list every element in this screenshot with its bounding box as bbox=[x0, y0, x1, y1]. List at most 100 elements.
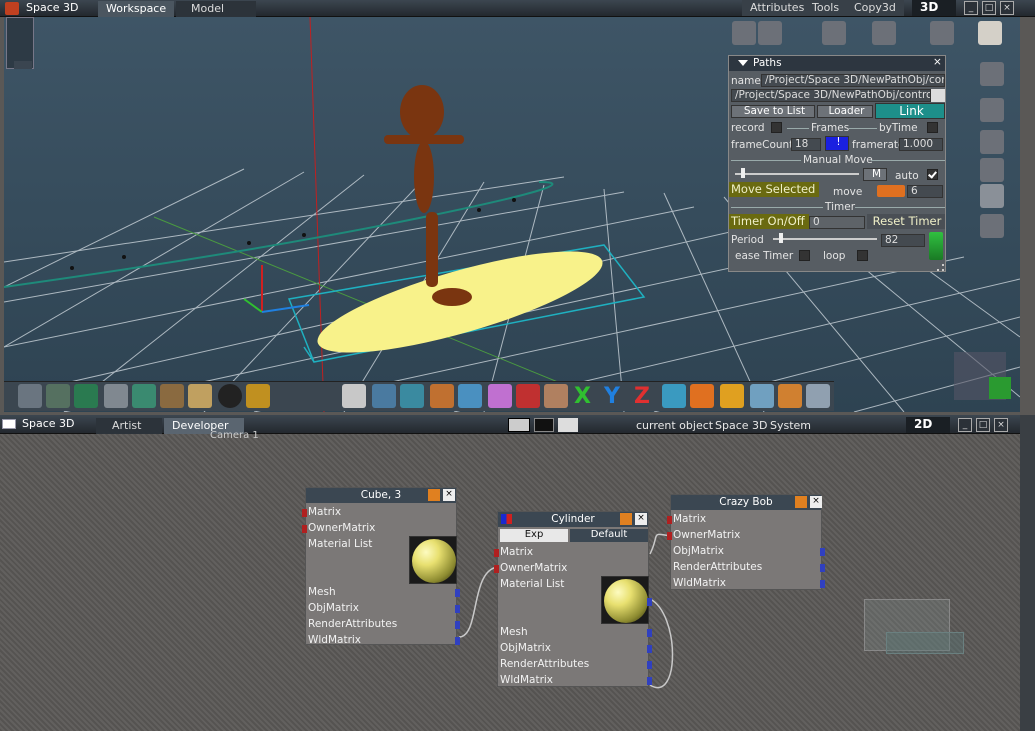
paths-close-icon[interactable]: × bbox=[933, 56, 942, 68]
link-button[interactable]: Link bbox=[875, 103, 945, 119]
camera-eye-icon[interactable] bbox=[980, 62, 1004, 86]
table-view-icon[interactable] bbox=[534, 418, 554, 432]
tab-model[interactable]: Model bbox=[176, 1, 256, 17]
mode-2d-button[interactable]: 2D bbox=[906, 417, 950, 433]
record-checkbox[interactable] bbox=[771, 122, 782, 133]
material-tool-icon[interactable] bbox=[980, 130, 1004, 154]
node-crazy-bob-pin-out-3[interactable] bbox=[820, 580, 825, 588]
current-object-value[interactable]: Space 3D bbox=[715, 419, 768, 432]
node-cylinder-output-renderattributes[interactable]: RenderAttributes bbox=[500, 658, 589, 670]
node-crazy-bob-input-objmatrix[interactable]: ObjMatrix bbox=[673, 545, 724, 557]
node-crazy-bob-input-matrix[interactable]: Matrix bbox=[673, 513, 706, 525]
z-axis-icon[interactable]: Z bbox=[634, 384, 658, 409]
node-cube-output-renderattributes[interactable]: RenderAttributes bbox=[308, 618, 397, 630]
node-cylinder-close-icon[interactable]: × bbox=[635, 513, 647, 525]
tab-workspace[interactable]: Workspace bbox=[98, 1, 174, 17]
node-cylinder-output-mesh[interactable]: Mesh bbox=[500, 626, 528, 638]
node-cylinder[interactable]: Cylinder × Exp Default Matrix OwnerMatri… bbox=[494, 511, 652, 687]
spray-tool-icon[interactable] bbox=[132, 384, 156, 408]
crate-tool-icon[interactable] bbox=[778, 384, 802, 408]
brush-tool-icon[interactable] bbox=[46, 384, 70, 408]
viewport-nav-dropdown-icon[interactable] bbox=[14, 61, 32, 69]
grid-tool-icon[interactable] bbox=[980, 184, 1004, 208]
node-crazy-bob-close-icon[interactable]: × bbox=[810, 496, 822, 508]
grid-view-icon[interactable] bbox=[508, 418, 530, 432]
node-cube-input-matrix[interactable]: Matrix bbox=[308, 506, 341, 518]
box-tool-icon[interactable] bbox=[430, 384, 454, 408]
node-cube-pin-out-4[interactable] bbox=[455, 637, 460, 645]
node-crazy-bob-input-renderattributes[interactable]: RenderAttributes bbox=[673, 561, 762, 573]
node-cube[interactable]: Cube, 3 × Matrix OwnerMatrix Material Li… bbox=[302, 487, 460, 646]
select-arrow-tool-icon[interactable] bbox=[342, 384, 366, 408]
x-axis-icon[interactable]: X bbox=[574, 384, 598, 409]
axis-gizmo-icon[interactable] bbox=[930, 21, 954, 45]
bottom-maximize-button[interactable]: □ bbox=[976, 418, 990, 432]
node-cylinder-pin-out-4[interactable] bbox=[647, 677, 652, 685]
axis-tool-icon[interactable] bbox=[978, 21, 1002, 45]
node-cylinder-input-matrix[interactable]: Matrix bbox=[500, 546, 533, 558]
node-crazy-bob-pin-out-1[interactable] bbox=[820, 548, 825, 556]
node-crazy-bob-pin-ownermatrix[interactable] bbox=[667, 532, 672, 540]
node-cylinder-pin-ownermatrix[interactable] bbox=[494, 565, 499, 573]
timer-onoff-button[interactable]: Timer On/Off bbox=[729, 214, 809, 229]
target-eye-icon[interactable] bbox=[980, 214, 1004, 238]
maximize-button[interactable]: □ bbox=[982, 1, 996, 15]
move-tool-icon[interactable] bbox=[372, 384, 396, 408]
node-cylinder-input-materiallist[interactable]: Material List bbox=[500, 578, 564, 590]
light-bulb-icon[interactable] bbox=[872, 21, 896, 45]
resize-grip-icon[interactable] bbox=[937, 264, 944, 271]
star-tool-icon[interactable] bbox=[246, 384, 270, 408]
ease-timer-checkbox[interactable] bbox=[799, 250, 810, 261]
node-cylinder-pin-out-2[interactable] bbox=[647, 645, 652, 653]
node-cube-pin-matrix[interactable] bbox=[302, 509, 307, 517]
auto-checkbox[interactable] bbox=[927, 169, 938, 180]
m-button[interactable]: M bbox=[863, 168, 887, 181]
node-cylinder-color-icon[interactable] bbox=[620, 513, 632, 525]
node-crazy-bob-pin-matrix[interactable] bbox=[667, 516, 672, 524]
menu-copy3d[interactable]: Copy3d bbox=[846, 0, 904, 16]
loop-checkbox[interactable] bbox=[857, 250, 868, 261]
path-select-dropdown-icon[interactable] bbox=[931, 89, 945, 102]
node-cylinder-output-wldmatrix[interactable]: WldMatrix bbox=[500, 674, 553, 686]
timer-value-field[interactable]: 0 bbox=[809, 216, 865, 229]
node-crazy-bob[interactable]: Crazy Bob × Matrix OwnerMatrix ObjMatrix… bbox=[667, 494, 825, 590]
tab-artist[interactable]: Artist bbox=[96, 418, 162, 434]
move-selected-button[interactable]: Move Selected bbox=[729, 182, 819, 197]
node-cylinder-tab-exp[interactable]: Exp bbox=[500, 529, 568, 542]
move-step-field[interactable]: 6 bbox=[907, 185, 943, 198]
menu-tools[interactable]: Tools bbox=[804, 0, 848, 16]
close-button[interactable]: × bbox=[1000, 1, 1014, 15]
cone-tool-icon[interactable] bbox=[750, 384, 774, 408]
walk-tool-icon[interactable] bbox=[732, 21, 756, 45]
purple-cube-icon[interactable] bbox=[488, 384, 512, 408]
period-field[interactable]: 82 bbox=[881, 234, 925, 247]
framecount-field[interactable]: 18 bbox=[791, 138, 821, 151]
figure-tool-icon[interactable] bbox=[544, 384, 568, 408]
node-cube-input-materiallist[interactable]: Material List bbox=[308, 538, 372, 550]
menu-attributes[interactable]: Attributes bbox=[742, 0, 813, 16]
node-cylinder-pin-out-0[interactable] bbox=[647, 598, 652, 606]
palette-tool-icon[interactable] bbox=[188, 384, 212, 408]
diagonal-tool-icon[interactable] bbox=[758, 21, 782, 45]
display-tool-icon[interactable] bbox=[104, 384, 128, 408]
collapse-arrow-icon[interactable] bbox=[738, 60, 748, 66]
node-crazy-bob-input-ownermatrix[interactable]: OwnerMatrix bbox=[673, 529, 740, 541]
paint-tool-icon[interactable] bbox=[18, 384, 42, 408]
node-cylinder-tab-default[interactable]: Default bbox=[570, 529, 648, 542]
node-cylinder-input-ownermatrix[interactable]: OwnerMatrix bbox=[500, 562, 567, 574]
framerate-field[interactable]: 1.000 bbox=[899, 138, 943, 151]
node-cylinder-output-objmatrix[interactable]: ObjMatrix bbox=[500, 642, 551, 654]
house-tool-icon[interactable] bbox=[516, 384, 540, 408]
node-crazy-bob-input-wldmatrix[interactable]: WldMatrix bbox=[673, 577, 726, 589]
framecount-set-button[interactable]: ! bbox=[825, 136, 849, 151]
node-cube-output-objmatrix[interactable]: ObjMatrix bbox=[308, 602, 359, 614]
name-field[interactable]: /Project/Space 3D/NewPathObj/contro bbox=[761, 74, 945, 87]
rake-tool-icon[interactable] bbox=[160, 384, 184, 408]
period-slider[interactable] bbox=[773, 238, 877, 240]
node-crazy-bob-color-icon[interactable] bbox=[795, 496, 807, 508]
move-step-arrows-icon[interactable] bbox=[877, 185, 905, 197]
y-axis-icon[interactable]: Y bbox=[604, 384, 628, 409]
zoom-tool-icon[interactable] bbox=[400, 384, 424, 408]
link-view-icon[interactable] bbox=[558, 418, 578, 432]
system-menu[interactable]: System bbox=[770, 419, 811, 432]
